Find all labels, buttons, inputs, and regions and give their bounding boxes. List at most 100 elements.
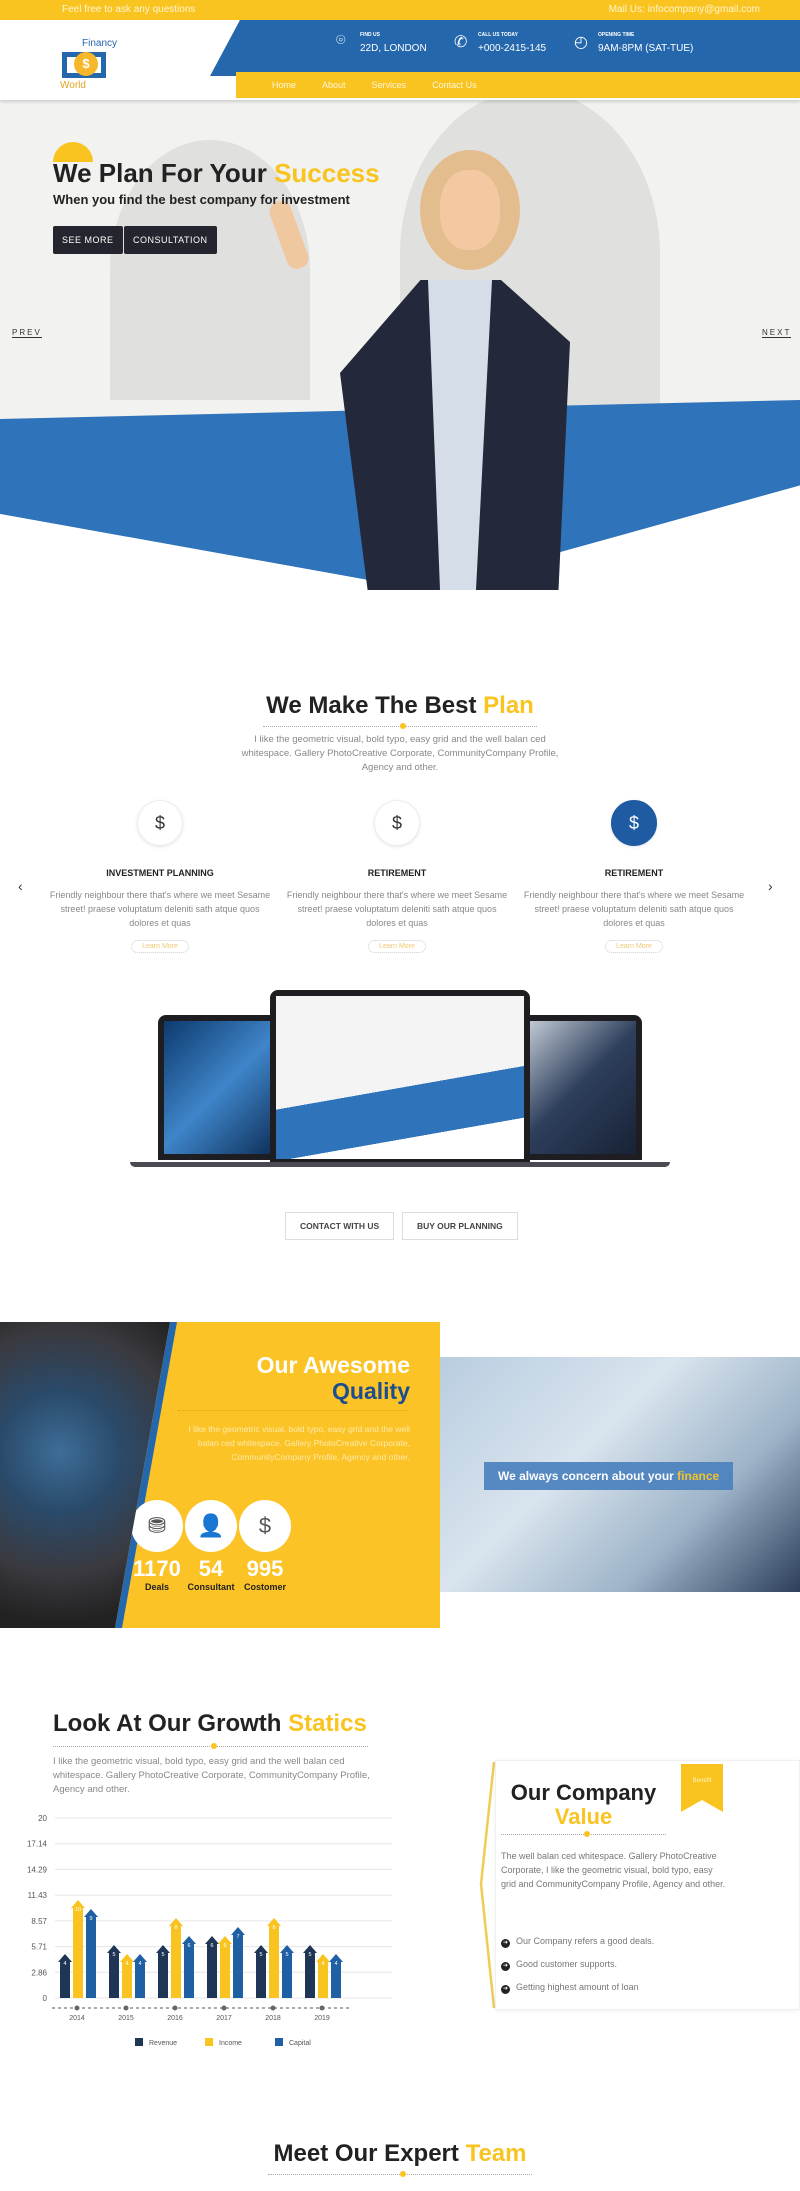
learn-more-link[interactable]: Learn More — [605, 940, 663, 953]
coins-icon: ⛃ — [131, 1500, 183, 1552]
money-hand-icon: $ — [611, 800, 657, 846]
growth-description: I like the geometric visual, bold typo, … — [53, 1756, 370, 1795]
service-card: $ RETIREMENT Friendly neighbour there th… — [282, 800, 512, 953]
contact-banner: ⌾ FIND US 22D, LONDON ✆ CALL US TODAY +000-2… — [210, 20, 800, 76]
topbar-question-text: Feel free to ask any questions — [62, 4, 196, 15]
title-divider — [268, 2171, 532, 2177]
header: $ Financy World ⌾ FIND US 22D, LONDON ✆ CAL… — [0, 20, 800, 100]
legend-label: Revenue — [149, 2040, 177, 2047]
topbar-email-link[interactable]: Mail Us: infocompany@gmail.com — [609, 4, 760, 15]
nav-contact[interactable]: Contact Us — [432, 80, 477, 90]
quality-title: Our Awesome Quality — [256, 1352, 410, 1404]
card-text: Friendly neighbour there that's where we… — [523, 890, 745, 928]
x-tick-label: 2016 — [167, 2015, 183, 2022]
customer-icon: $ — [239, 1500, 291, 1552]
logo[interactable]: $ Financy World — [60, 38, 130, 98]
laptops-mockup — [130, 990, 670, 1175]
growth-chart: 0 2.86 5.71 8.57 11.43 14.29 17.14 20 2014 4 10 9 20… — [27, 1814, 392, 2047]
x-tick-dot — [319, 2005, 325, 2011]
title-divider — [501, 1831, 666, 1837]
main-nav: Home About Services Contact Us — [236, 72, 800, 98]
learn-more-link[interactable]: Learn More — [131, 940, 189, 953]
value-item: Our Company refers a good deals. — [501, 1936, 654, 1948]
y-tick-label: 5.71 — [31, 1943, 47, 1952]
bar-value-label: 10 — [75, 1907, 81, 1913]
x-tick-label: 2014 — [69, 2015, 85, 2022]
x-tick-dot — [221, 2005, 227, 2011]
next-slide-button[interactable]: NEXT — [762, 328, 792, 338]
x-tick-dot — [123, 2005, 129, 2011]
hero-slider: We Plan For Your Success When you find t… — [0, 100, 800, 590]
value-item: Getting highest amount of loan — [501, 1982, 654, 1994]
nav-services[interactable]: Services — [372, 80, 407, 90]
legend-swatch — [205, 2038, 213, 2046]
stat-deals: ⛃ 1170 Deals — [127, 1500, 187, 1592]
x-tick-dot — [172, 2005, 178, 2011]
location-pin-icon: ⌾ — [336, 32, 346, 49]
phone-icon: ✆ — [454, 34, 468, 51]
top-bar: Feel free to ask any questions Mail Us: … — [0, 0, 800, 20]
money-hand-icon: $ — [137, 800, 183, 846]
value-list: Our Company refers a good deals. Good cu… — [501, 1936, 654, 2005]
title-divider — [263, 723, 537, 729]
card-title: RETIREMENT — [367, 868, 427, 878]
bar-value-label: 4 — [125, 1961, 128, 1967]
bar-value-label: 5 — [308, 1952, 311, 1958]
bar-value-label: 4 — [321, 1961, 324, 1967]
x-tick-dot — [270, 2005, 276, 2011]
team-title: Meet Our Expert Team — [273, 2140, 527, 2167]
y-tick-label: 2.86 — [31, 1968, 47, 1977]
carousel-next-icon[interactable]: › — [768, 878, 773, 894]
value-title: Our Company Value — [510, 1780, 657, 1829]
service-card: $ INVESTMENT PLANNING Friendly neighbour… — [45, 800, 275, 953]
y-tick-label: 20 — [38, 1814, 47, 1823]
quality-panel: Our Awesome Quality I like the geometric … — [115, 1322, 440, 1628]
consultation-button[interactable]: CONSULTATION — [124, 226, 217, 254]
bar-value-label: 6 — [210, 1943, 213, 1949]
bar-value-label: 5 — [259, 1952, 262, 1958]
bar-value-label: 5 — [161, 1952, 164, 1958]
quality-description: I like the geometric visual, bold typo, … — [188, 1424, 410, 1462]
info-hours: ◴ OPENING TIME 9AM-8PM (SAT-TUE) — [574, 32, 694, 54]
card-title: RETIREMENT — [604, 868, 664, 878]
hero-title: We Plan For Your Success — [53, 158, 380, 188]
legend-label: Capital — [289, 2040, 311, 2047]
service-card: $ RETIREMENT Friendly neighbour there th… — [519, 800, 749, 953]
y-tick-label: 8.57 — [31, 1917, 47, 1926]
card-text: Friendly neighbour there that's where we… — [49, 890, 271, 928]
legend-swatch — [135, 2038, 143, 2046]
x-tick-dot — [74, 2005, 80, 2011]
card-title: INVESTMENT PLANNING — [106, 868, 214, 878]
benefit-badge[interactable]: Benefit — [681, 1764, 723, 1812]
clock-icon: ◴ — [574, 34, 588, 51]
bar-value-label: 8 — [272, 1925, 275, 1931]
bar-capital — [84, 1909, 98, 1998]
carousel-prev-icon[interactable]: ‹ — [18, 878, 23, 894]
prev-slide-button[interactable]: PREV — [12, 328, 42, 338]
bar-value-label: 5 — [112, 1952, 115, 1958]
see-more-button[interactable]: SEE MORE — [53, 226, 123, 254]
legend-swatch — [275, 2038, 283, 2046]
growth-title: Look At Our Growth Statics — [53, 1710, 367, 1737]
bar-value-label: 6 — [187, 1943, 190, 1949]
contact-with-us-button[interactable]: CONTACT WITH US — [285, 1212, 395, 1240]
learn-more-link[interactable]: Learn More — [368, 940, 426, 953]
x-tick-label: 2018 — [265, 2015, 281, 2022]
y-tick-label: 11.43 — [28, 1891, 48, 1900]
card-text: Friendly neighbour there that's where we… — [286, 890, 508, 928]
nav-home[interactable]: Home — [272, 80, 296, 90]
value-item: Good customer supports. — [501, 1959, 654, 1971]
plan-title: We Make The Best Plan — [266, 692, 534, 719]
stat-consultant: 👤 54 Consultant — [181, 1500, 241, 1592]
finance-banner: We always concern about your finance — [484, 1462, 734, 1490]
buy-our-planning-button[interactable]: BUY OUR PLANNING — [402, 1212, 518, 1240]
nav-about[interactable]: About — [322, 80, 346, 90]
y-tick-label: 14.29 — [27, 1865, 48, 1874]
info-call: ✆ CALL US TODAY +000-2415-145 — [454, 32, 547, 54]
x-tick-label: 2019 — [314, 2015, 330, 2022]
hero-subtitle: When you find the best company for inves… — [53, 192, 350, 207]
value-description: The well balan ced whitespace. Gallery P… — [501, 1851, 726, 1889]
x-tick-label: 2015 — [118, 2015, 134, 2022]
bar-income — [71, 1900, 85, 1998]
legend-label: Income — [219, 2040, 242, 2047]
